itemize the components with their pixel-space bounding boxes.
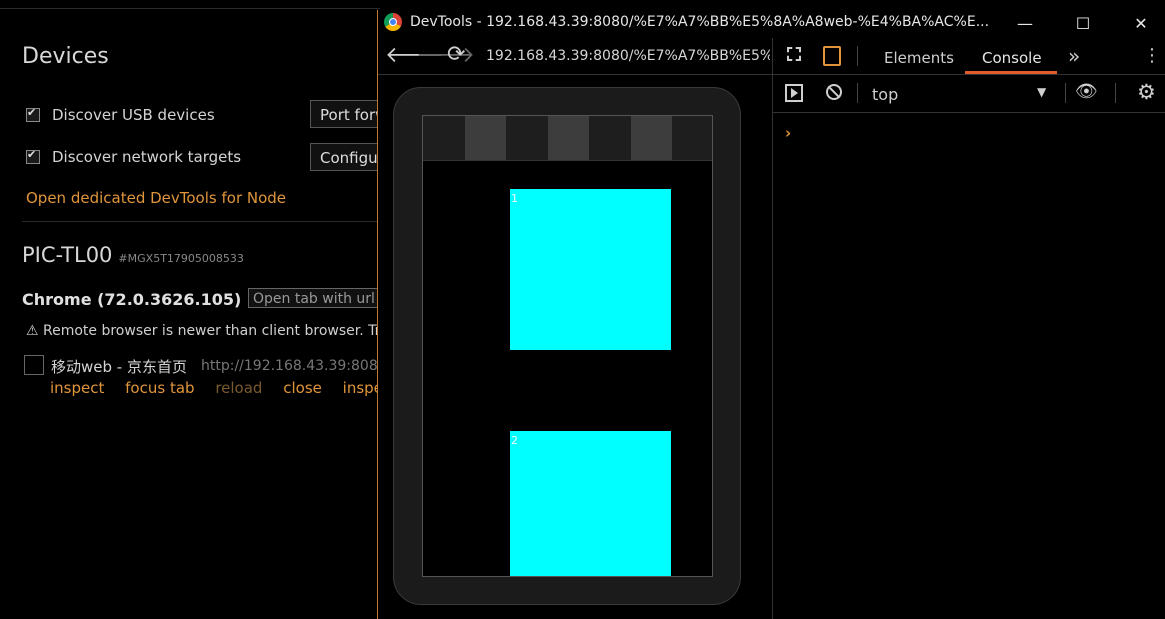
maximize-button[interactable]: ☐ [1060, 10, 1106, 38]
device-toolbar-icon[interactable] [823, 46, 841, 66]
toolbar-separator [857, 83, 858, 103]
toolbar-separator-2 [1065, 83, 1066, 103]
menu-kebab-icon[interactable]: ⋮ [1143, 45, 1161, 66]
console-prompt[interactable]: › [785, 124, 791, 142]
window-title: DevTools - 192.168.43.39:8080/%E7%A7%BB%… [410, 14, 990, 30]
toolbar-separator-3 [1115, 83, 1116, 103]
browser-version: Chrome (72.0.3626.105) [22, 290, 242, 309]
tab-separator [857, 46, 858, 66]
device-serial: #MGX5T17905008533 [118, 252, 244, 265]
discover-network-label: Discover network targets [52, 148, 242, 166]
eye-icon[interactable]: 👁 [1075, 81, 1098, 102]
console-toolbar: top ▼ 👁 ⚙ [773, 75, 1165, 113]
device-screen[interactable]: 1 2 [422, 115, 713, 577]
page-title: 移动web - 京东首页 [51, 358, 187, 376]
box-2-label: 2 [511, 434, 518, 447]
device-name: PIC-TL00 #MGX5T17905008533 [22, 243, 244, 267]
context-selector[interactable]: top [872, 85, 898, 104]
inspect-link[interactable]: inspect [50, 379, 104, 397]
box-1-label: 1 [511, 192, 518, 205]
tab-console[interactable]: Console [982, 49, 1042, 67]
minimize-button[interactable]: — [1002, 10, 1048, 38]
discover-usb-checkbox[interactable] [26, 106, 40, 122]
panel-tabs: Elements Console » ⋮ [773, 38, 1165, 75]
page-thumbnail [24, 355, 44, 375]
title-bar[interactable]: DevTools - 192.168.43.39:8080/%E7%A7%BB%… [378, 10, 1165, 38]
screencast-navbar: 🡐 🡒 ⟳ 192.168.43.39:8080/%E7%A7%BB%E5%8A… [378, 38, 772, 75]
close-window-button[interactable]: ✕ [1118, 10, 1164, 38]
cyan-box-1: 1 [510, 189, 671, 350]
reload-icon[interactable]: ⟳ [447, 42, 465, 67]
tab-elements[interactable]: Elements [884, 49, 954, 67]
cyan-box-2: 2 [510, 431, 671, 576]
node-devtools-link[interactable]: Open dedicated DevTools for Node [26, 189, 286, 207]
devtools-window: DevTools - 192.168.43.39:8080/%E7%A7%BB%… [377, 10, 1165, 619]
reload-link[interactable]: reload [215, 379, 262, 397]
open-tab-input[interactable]: Open tab with url [248, 288, 388, 308]
discover-network-row[interactable]: Discover network targets [26, 148, 241, 166]
active-tab-indicator [965, 71, 1057, 74]
devices-heading: Devices [22, 44, 109, 69]
context-dropdown-icon[interactable]: ▼ [1037, 85, 1046, 99]
address-bar[interactable]: 192.168.43.39:8080/%E7%A7%BB%E5%8A%A8web… [486, 48, 770, 64]
close-link[interactable]: close [283, 379, 322, 397]
forward-arrow-icon[interactable]: 🡒 [416, 42, 475, 68]
gear-icon[interactable]: ⚙ [1137, 80, 1156, 104]
discover-network-checkbox[interactable] [26, 148, 40, 164]
element-picker-icon[interactable] [787, 47, 801, 61]
focus-tab-link[interactable]: focus tab [125, 379, 194, 397]
devtools-panel: Elements Console » ⋮ top ▼ 👁 ⚙ › [772, 38, 1165, 619]
more-tabs-icon[interactable]: » [1068, 44, 1080, 68]
top-divider [0, 8, 380, 9]
discover-usb-label: Discover USB devices [52, 106, 215, 124]
page-url: http://192.168.43.39:8080/ [201, 358, 392, 374]
header-strip [423, 116, 712, 161]
clear-console-icon[interactable] [826, 84, 842, 100]
device-title: PIC-TL00 [22, 243, 113, 267]
section-divider [22, 221, 378, 222]
chrome-icon [384, 13, 402, 31]
show-sidebar-icon[interactable] [785, 84, 803, 102]
discover-usb-row[interactable]: Discover USB devices [26, 106, 215, 124]
